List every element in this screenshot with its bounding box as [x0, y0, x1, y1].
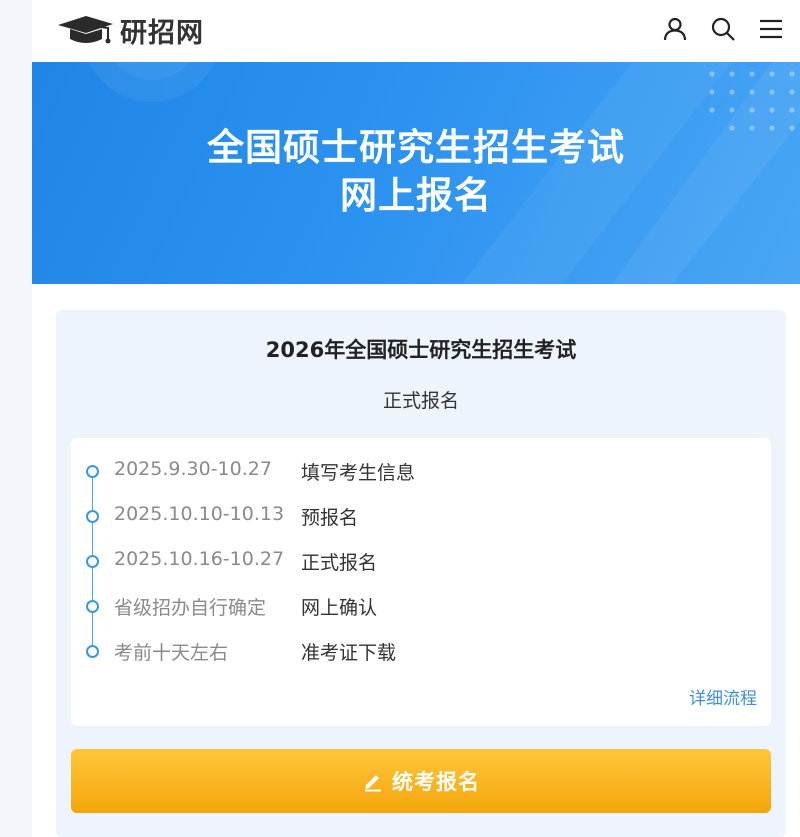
banner-title-line1: 全国硕士研究生招生考试: [207, 126, 625, 169]
menu-icon[interactable]: [756, 14, 786, 44]
user-icon[interactable]: [660, 14, 690, 44]
timeline-dot-icon: [86, 645, 99, 658]
logo-text: 研招网: [120, 17, 204, 49]
timeline-item: 2025.10.16-10.27 正式报名: [71, 546, 771, 576]
page: 研招网 全国硕士研究生招生考试 网上报名 2026年全国硕士研究生招生考试 正式…: [32, 0, 800, 837]
registration-card: 2026年全国硕士研究生招生考试 正式报名 2025.9.30-10.27 填写…: [56, 310, 786, 837]
card-title: 2026年全国硕士研究生招生考试: [265, 338, 577, 362]
timeline-item: 考前十天左右 准考证下载: [71, 636, 771, 666]
timeline-item: 省级招办自行确定 网上确认: [71, 591, 771, 621]
timeline-label: 填写考生信息: [301, 462, 416, 484]
detail-process-link[interactable]: 详细流程: [689, 684, 757, 709]
timeline-dot-icon: [86, 465, 99, 478]
banner-title-line2: 网上报名: [340, 174, 492, 217]
logo[interactable]: 研招网: [56, 10, 204, 50]
header: 研招网: [32, 0, 800, 60]
card-subtitle: 正式报名: [382, 390, 459, 412]
hero-banner: 全国硕士研究生招生考试 网上报名: [32, 62, 800, 284]
banner-title: 全国硕士研究生招生考试 网上报名: [32, 124, 800, 220]
timeline-item: 2025.10.10-10.13 预报名: [71, 501, 771, 531]
timeline-dot-icon: [86, 510, 99, 523]
timeline-label: 网上确认: [301, 597, 378, 619]
timeline-label: 正式报名: [301, 552, 378, 574]
unified-exam-register-button[interactable]: 统考报名: [71, 749, 771, 813]
graduation-cap-icon: [56, 13, 114, 47]
schedule-timeline: 2025.9.30-10.27 填写考生信息 2025.10.10-10.13 …: [71, 438, 771, 726]
timeline-date: 考前十天左右: [114, 642, 229, 664]
register-button-label: 统考报名: [392, 770, 480, 794]
timeline-label: 预报名: [301, 507, 359, 529]
timeline-date: 2025.10.10-10.13: [114, 503, 285, 525]
timeline-dot-icon: [86, 600, 99, 613]
timeline-date: 2025.9.30-10.27: [114, 458, 272, 480]
search-icon[interactable]: [708, 14, 738, 44]
timeline-date: 省级招办自行确定: [114, 597, 267, 619]
timeline-label: 准考证下载: [301, 642, 397, 664]
pencil-icon: [362, 770, 384, 792]
timeline-dot-icon: [86, 555, 99, 568]
timeline-item: 2025.9.30-10.27 填写考生信息: [71, 456, 771, 486]
timeline-date: 2025.10.16-10.27: [114, 548, 285, 570]
